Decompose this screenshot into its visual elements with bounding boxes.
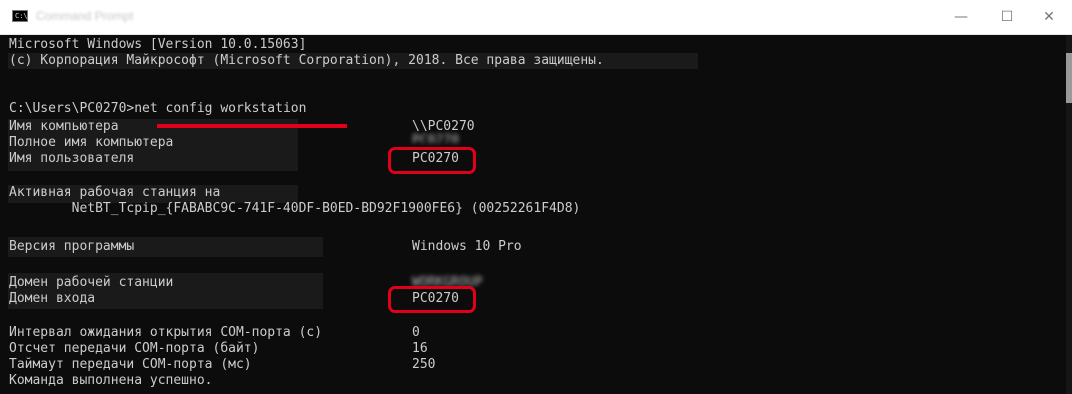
workstation-domain-label: Домен рабочей станции: [9, 275, 174, 290]
com-send-timeout-value: 250: [412, 357, 436, 372]
command-text: net config workstation: [134, 101, 307, 116]
netbt-transport-line: NetBT_Tcpip_{FABABC9C-741F-40DF-B0ED-BD9…: [9, 201, 581, 216]
com-send-count-label: Отсчет передачи COM-порта (байт): [9, 341, 260, 356]
minimize-button[interactable]: —: [938, 0, 984, 34]
console-output[interactable]: Microsoft Windows [Version 10.0.15063] (…: [0, 35, 1072, 394]
com-open-timeout-label: Интервал ожидания открытия COM-порта (с): [9, 325, 323, 340]
command-underline-annotation: [157, 124, 347, 128]
active-workstation-label: Активная рабочая станция на: [9, 185, 221, 200]
full-computer-name-value: PC0270: [412, 133, 459, 143]
com-send-timeout-label: Таймаут передачи COM-порта (мс): [9, 357, 252, 372]
logon-domain-label: Домен входа: [9, 291, 96, 306]
user-name-highlight-box: [388, 147, 476, 174]
logon-domain-highlight-box: [388, 286, 476, 313]
scrollbar-thumb[interactable]: [1066, 53, 1072, 103]
software-version-value: Windows 10 Pro: [412, 239, 522, 254]
user-name-label: Имя пользователя: [9, 151, 135, 166]
full-computer-name-label: Полное имя компьютера: [9, 135, 174, 150]
title-bar[interactable]: C:\ Command Prompt — ☐ ✕: [0, 0, 1072, 35]
maximize-button[interactable]: ☐: [984, 0, 1030, 34]
com-send-count-value: 16: [412, 341, 428, 356]
vertical-scrollbar[interactable]: [1066, 35, 1072, 394]
software-version-label: Версия программы: [9, 239, 135, 254]
command-line: C:\Users\PC0270>net config workstation: [9, 101, 306, 117]
com-open-timeout-value: 0: [412, 325, 420, 340]
computer-name-label: Имя компьютера: [9, 119, 119, 134]
close-button[interactable]: ✕: [1026, 0, 1072, 34]
header-copyright-line: (c) Корпорация Майкрософт (Microsoft Cor…: [9, 53, 604, 68]
console-icon-label: C:\: [15, 12, 28, 20]
header-version-line: Microsoft Windows [Version 10.0.15063]: [9, 37, 307, 52]
prompt-text: C:\Users\PC0270>: [9, 101, 135, 116]
command-completed-line: Команда выполнена успешно.: [9, 373, 213, 388]
console-app-icon[interactable]: C:\: [12, 10, 28, 22]
window-title: Command Prompt: [36, 9, 134, 23]
